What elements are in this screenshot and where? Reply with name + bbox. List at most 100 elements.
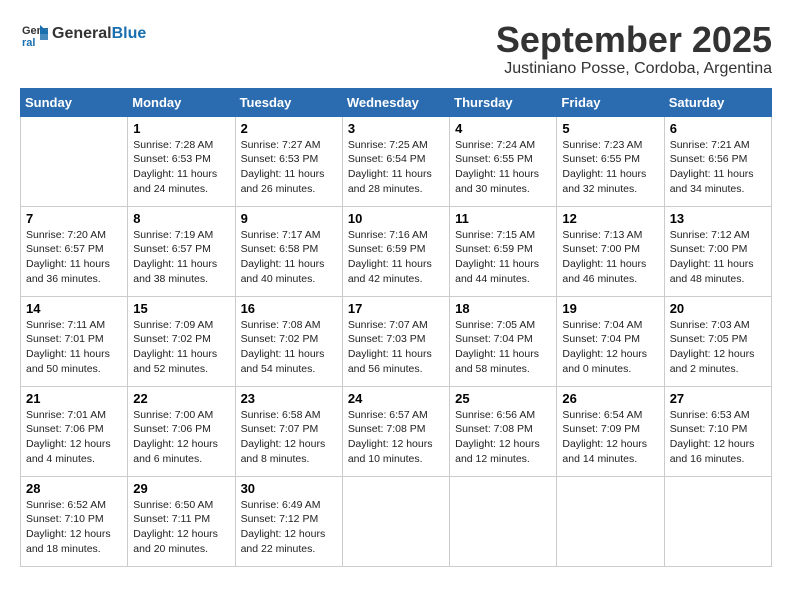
day-info: Sunrise: 7:03 AMSunset: 7:05 PMDaylight:… [670,318,766,377]
day-number: 1 [133,121,229,136]
logo-general: General [52,25,112,42]
logo-text-area: GeneralBlue [52,25,146,43]
day-number: 14 [26,301,122,316]
day-info: Sunrise: 7:16 AMSunset: 6:59 PMDaylight:… [348,228,444,287]
calendar-cell: 5 Sunrise: 7:23 AMSunset: 6:55 PMDaylight… [557,116,664,206]
day-info: Sunrise: 6:49 AMSunset: 7:12 PMDaylight:… [241,498,337,557]
day-info: Sunrise: 7:19 AMSunset: 6:57 PMDaylight:… [133,228,229,287]
day-number: 26 [562,391,658,406]
day-number: 4 [455,121,551,136]
calendar-week-row: 7 Sunrise: 7:20 AMSunset: 6:57 PMDaylight… [21,206,772,296]
calendar-cell: 13 Sunrise: 7:12 AMSunset: 7:00 PMDayligh… [664,206,771,296]
calendar-body: 1 Sunrise: 7:28 AMSunset: 6:53 PMDaylight… [21,116,772,566]
day-info: Sunrise: 6:54 AMSunset: 7:09 PMDaylight:… [562,408,658,467]
calendar-cell: 25 Sunrise: 6:56 AMSunset: 7:08 PMDayligh… [450,386,557,476]
day-number: 13 [670,211,766,226]
calendar-cell: 21 Sunrise: 7:01 AMSunset: 7:06 PMDayligh… [21,386,128,476]
logo-blue: Blue [112,25,147,42]
logo: Gene ral GeneralBlue [20,20,146,48]
logo-icon: Gene ral [20,20,48,48]
day-info: Sunrise: 7:12 AMSunset: 7:00 PMDaylight:… [670,228,766,287]
calendar-cell: 20 Sunrise: 7:03 AMSunset: 7:05 PMDayligh… [664,296,771,386]
day-number: 22 [133,391,229,406]
day-number: 10 [348,211,444,226]
weekday-header-cell: Friday [557,88,664,116]
title-area: September 2025 Justiniano Posse, Cordoba… [496,20,772,78]
calendar-week-row: 28 Sunrise: 6:52 AMSunset: 7:10 PMDayligh… [21,476,772,566]
day-info: Sunrise: 6:53 AMSunset: 7:10 PMDaylight:… [670,408,766,467]
month-title: September 2025 [496,20,772,60]
svg-text:ral: ral [22,37,35,48]
day-number: 23 [241,391,337,406]
calendar-cell: 1 Sunrise: 7:28 AMSunset: 6:53 PMDaylight… [128,116,235,206]
day-info: Sunrise: 7:13 AMSunset: 7:00 PMDaylight:… [562,228,658,287]
day-info: Sunrise: 7:23 AMSunset: 6:55 PMDaylight:… [562,138,658,197]
day-info: Sunrise: 7:28 AMSunset: 6:53 PMDaylight:… [133,138,229,197]
calendar-week-row: 14 Sunrise: 7:11 AMSunset: 7:01 PMDayligh… [21,296,772,386]
day-info: Sunrise: 7:15 AMSunset: 6:59 PMDaylight:… [455,228,551,287]
calendar-cell: 26 Sunrise: 6:54 AMSunset: 7:09 PMDayligh… [557,386,664,476]
calendar-cell: 16Sunrise: 7:08 AMSunset: 7:02 PMDayligh… [235,296,342,386]
calendar-cell [21,116,128,206]
calendar-cell: 11 Sunrise: 7:15 AMSunset: 6:59 PMDayligh… [450,206,557,296]
calendar-cell: 24 Sunrise: 6:57 AMSunset: 7:08 PMDayligh… [342,386,449,476]
day-info: Sunrise: 7:04 AMSunset: 7:04 PMDaylight:… [562,318,658,377]
day-info: Sunrise: 7:00 AMSunset: 7:06 PMDaylight:… [133,408,229,467]
calendar-cell: 23 Sunrise: 6:58 AMSunset: 7:07 PMDayligh… [235,386,342,476]
day-info: Sunrise: 7:11 AMSunset: 7:01 PMDaylight:… [26,318,122,377]
calendar-cell: 22 Sunrise: 7:00 AMSunset: 7:06 PMDayligh… [128,386,235,476]
day-number: 30 [241,481,337,496]
day-info: Sunrise: 7:07 AMSunset: 7:03 PMDaylight:… [348,318,444,377]
day-number: 11 [455,211,551,226]
day-info: Sunrise: 6:56 AMSunset: 7:08 PMDaylight:… [455,408,551,467]
calendar-cell: 8 Sunrise: 7:19 AMSunset: 6:57 PMDaylight… [128,206,235,296]
day-info: Sunrise: 7:01 AMSunset: 7:06 PMDaylight:… [26,408,122,467]
day-number: 6 [670,121,766,136]
calendar-week-row: 1 Sunrise: 7:28 AMSunset: 6:53 PMDaylight… [21,116,772,206]
day-info: Sunrise: 7:27 AMSunset: 6:53 PMDaylight:… [241,138,337,197]
day-info: Sunrise: 7:05 AMSunset: 7:04 PMDaylight:… [455,318,551,377]
page-header: Gene ral GeneralBlue September 2025 Just… [20,20,772,78]
weekday-header-cell: Tuesday [235,88,342,116]
day-number: 9 [241,211,337,226]
calendar-cell: 7 Sunrise: 7:20 AMSunset: 6:57 PMDaylight… [21,206,128,296]
calendar-week-row: 21 Sunrise: 7:01 AMSunset: 7:06 PMDayligh… [21,386,772,476]
day-info: Sunrise: 7:24 AMSunset: 6:55 PMDaylight:… [455,138,551,197]
calendar-cell [557,476,664,566]
day-info: Sunrise: 6:57 AMSunset: 7:08 PMDaylight:… [348,408,444,467]
day-number: 24 [348,391,444,406]
day-number: 25 [455,391,551,406]
day-info: Sunrise: 6:50 AMSunset: 7:11 PMDaylight:… [133,498,229,557]
day-info: Sunrise: 7:17 AMSunset: 6:58 PMDaylight:… [241,228,337,287]
weekday-header-cell: Sunday [21,88,128,116]
calendar-cell: 27Sunrise: 6:53 AMSunset: 7:10 PMDayligh… [664,386,771,476]
day-number: 2 [241,121,337,136]
day-info: Sunrise: 7:21 AMSunset: 6:56 PMDaylight:… [670,138,766,197]
day-number: 18 [455,301,551,316]
day-number: 20 [670,301,766,316]
weekday-header-cell: Saturday [664,88,771,116]
day-info: Sunrise: 7:08 AMSunset: 7:02 PMDaylight:… [241,318,337,377]
calendar-cell: 28 Sunrise: 6:52 AMSunset: 7:10 PMDayligh… [21,476,128,566]
day-info: Sunrise: 7:20 AMSunset: 6:57 PMDaylight:… [26,228,122,287]
location-subtitle: Justiniano Posse, Cordoba, Argentina [496,60,772,78]
weekday-header-cell: Wednesday [342,88,449,116]
day-number: 3 [348,121,444,136]
day-number: 7 [26,211,122,226]
calendar-cell: 29 Sunrise: 6:50 AMSunset: 7:11 PMDayligh… [128,476,235,566]
day-number: 21 [26,391,122,406]
day-number: 29 [133,481,229,496]
day-info: Sunrise: 7:09 AMSunset: 7:02 PMDaylight:… [133,318,229,377]
day-info: Sunrise: 6:52 AMSunset: 7:10 PMDaylight:… [26,498,122,557]
calendar-cell: 4 Sunrise: 7:24 AMSunset: 6:55 PMDaylight… [450,116,557,206]
calendar-cell [664,476,771,566]
calendar-cell: 19Sunrise: 7:04 AMSunset: 7:04 PMDayligh… [557,296,664,386]
calendar-cell: 17Sunrise: 7:07 AMSunset: 7:03 PMDayligh… [342,296,449,386]
day-info: Sunrise: 6:58 AMSunset: 7:07 PMDaylight:… [241,408,337,467]
day-number: 8 [133,211,229,226]
calendar-cell: 10 Sunrise: 7:16 AMSunset: 6:59 PMDayligh… [342,206,449,296]
day-number: 28 [26,481,122,496]
day-number: 5 [562,121,658,136]
calendar-cell: 9 Sunrise: 7:17 AMSunset: 6:58 PMDaylight… [235,206,342,296]
calendar-cell [342,476,449,566]
